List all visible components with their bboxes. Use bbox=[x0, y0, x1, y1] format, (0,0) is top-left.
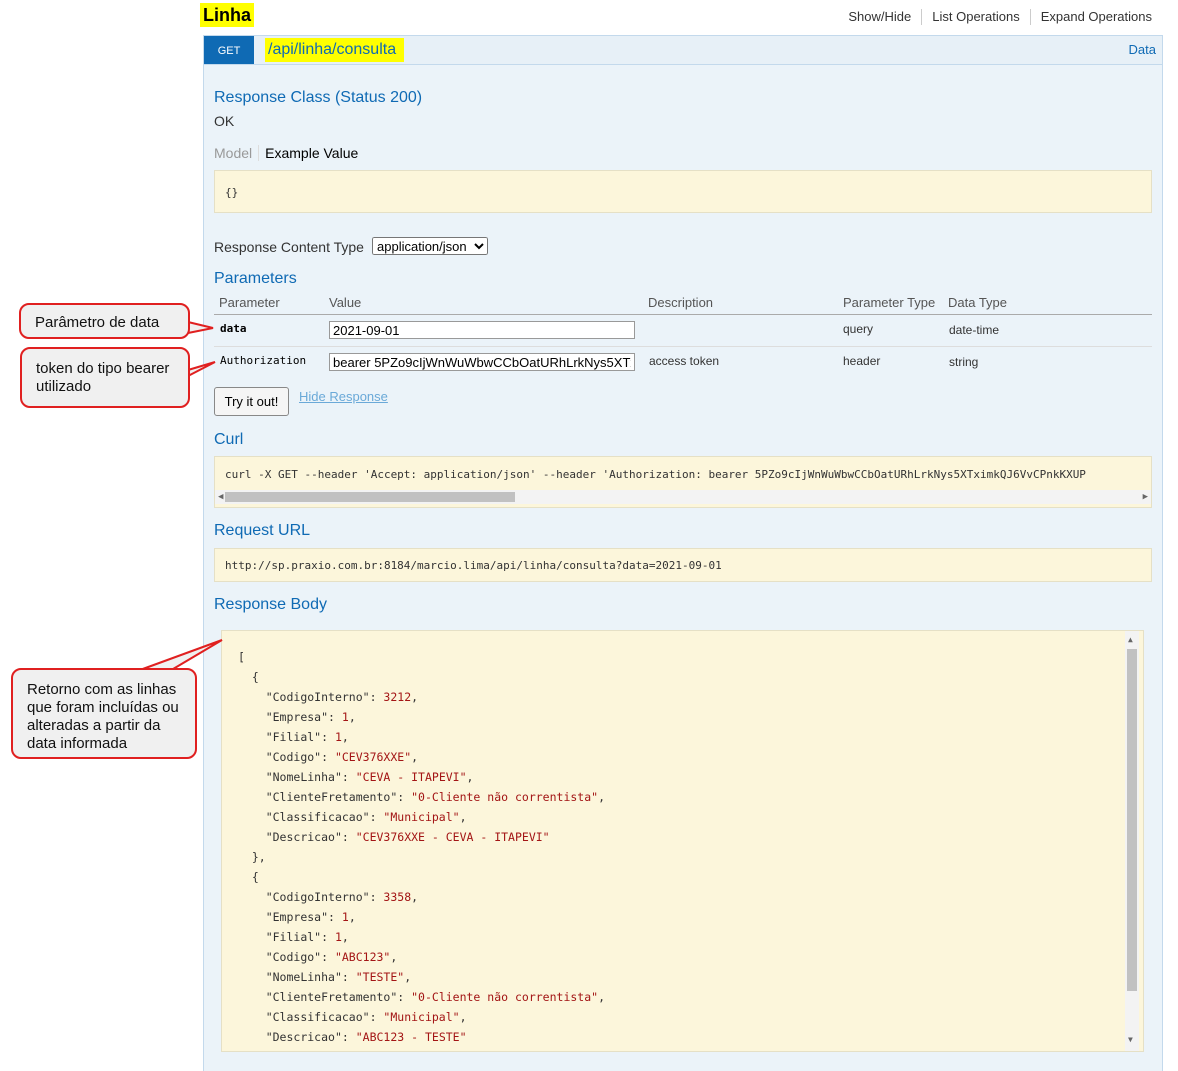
callout-response: Retorno com as linhas que foram incluída… bbox=[11, 668, 197, 759]
callout-date-param: Parâmetro de data bbox=[19, 303, 190, 339]
callout-pointer-date bbox=[187, 321, 214, 334]
callout-pointer-token bbox=[187, 361, 216, 377]
callout-token: token do tipo bearer utilizado bbox=[20, 347, 190, 408]
callout-pointers bbox=[139, 321, 223, 673]
